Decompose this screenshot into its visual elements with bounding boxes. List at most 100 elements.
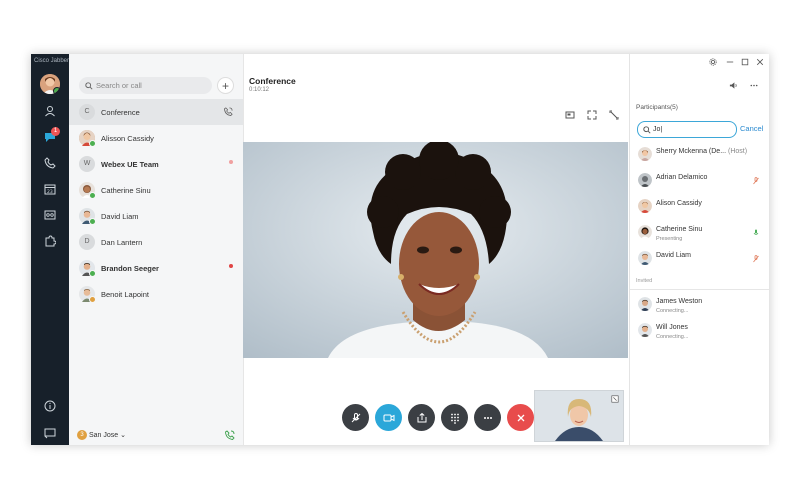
chevron-down-icon: ⌄ xyxy=(120,432,127,439)
location-icon: 3 xyxy=(77,430,87,440)
participant-list: Sherry Mckenna (De... (Host) Adrian Dela… xyxy=(630,142,769,272)
end-call-button[interactable] xyxy=(507,404,534,431)
participant-name: James Weston xyxy=(656,298,703,305)
search-icon xyxy=(643,125,651,134)
voicemail-icon[interactable] xyxy=(43,208,57,222)
chat-badge: 1 xyxy=(51,127,60,136)
participant-name: Alison Cassidy xyxy=(656,200,702,207)
location-selector[interactable]: San Jose ⌄ xyxy=(89,431,126,439)
avatar xyxy=(79,286,96,303)
participant-status: Connecting... xyxy=(656,308,689,314)
layout-icon[interactable] xyxy=(565,110,575,120)
list-item[interactable]: C Conference xyxy=(69,99,243,125)
self-view-video xyxy=(535,391,623,441)
mic-muted-icon xyxy=(351,412,360,422)
list-item[interactable]: D Dan Lantern xyxy=(69,229,243,255)
screen-icon[interactable] xyxy=(43,426,57,440)
list-item[interactable]: David Liam xyxy=(69,203,243,229)
participant-status: Presenting xyxy=(656,236,683,242)
list-item[interactable]: Benoit Lapoint xyxy=(69,281,243,307)
list-item[interactable]: Alisson Cassidy xyxy=(69,125,243,151)
app-title: Cisco Jabber xyxy=(34,58,70,64)
list-item[interactable]: James Weston Connecting... xyxy=(630,292,769,318)
list-item[interactable]: Sherry Mckenna (De... (Host) xyxy=(630,142,769,168)
participants-title: Participants(5) xyxy=(636,104,678,111)
search-input[interactable] xyxy=(96,81,206,90)
popout-icon[interactable] xyxy=(609,110,619,120)
contact-name: Conference xyxy=(101,107,140,117)
avatar: W xyxy=(79,156,95,172)
more-button[interactable] xyxy=(474,404,501,431)
divider xyxy=(630,289,769,290)
info-icon[interactable] xyxy=(43,399,57,413)
unread-indicator xyxy=(229,160,233,164)
avatar xyxy=(79,208,96,225)
list-item[interactable]: W Webex UE Team xyxy=(69,151,243,177)
list-item[interactable]: Will Jones Connecting... xyxy=(630,318,769,344)
my-avatar[interactable] xyxy=(40,74,60,94)
avatar xyxy=(79,130,96,147)
contact-name: Catherine Sinu xyxy=(101,185,151,195)
speaker-icon[interactable] xyxy=(729,81,738,90)
participant-search[interactable] xyxy=(637,121,737,138)
keypad-button[interactable] xyxy=(441,404,468,431)
conference-view: Conference 0:10:12 xyxy=(243,54,629,445)
contact-list: C Conference Alisson Cassidy W Webex UE … xyxy=(69,99,243,307)
contact-name: Alisson Cassidy xyxy=(101,133,154,143)
participant-name: Adrian Delamico xyxy=(656,174,708,181)
list-item[interactable]: Brandon Seeger xyxy=(69,255,243,281)
location-label: San Jose xyxy=(89,432,119,439)
avatar xyxy=(79,260,96,277)
mic-muted-icon xyxy=(753,177,759,185)
mic-muted-icon xyxy=(753,255,759,263)
video-button[interactable] xyxy=(375,404,402,431)
custom-tab-icon[interactable] xyxy=(43,234,57,248)
participant-name: David Liam xyxy=(656,252,692,259)
list-item[interactable]: David Liam xyxy=(630,246,769,272)
contact-name: Brandon Seeger xyxy=(101,263,159,273)
list-item[interactable]: Adrian Delamico xyxy=(630,168,769,194)
list-item[interactable]: Catherine Sinu Presenting xyxy=(630,220,769,246)
mute-button[interactable] xyxy=(342,404,369,431)
avatar xyxy=(79,182,96,199)
location-footer: 3 San Jose ⌄ xyxy=(69,426,243,445)
gear-icon[interactable] xyxy=(709,58,717,66)
contacts-panel: + C Conference Alisson Cassidy W Webex U… xyxy=(69,54,244,445)
contacts-icon[interactable] xyxy=(43,104,57,118)
list-item[interactable]: Catherine Sinu xyxy=(69,177,243,203)
page-title: Conference xyxy=(249,76,296,86)
close-icon xyxy=(517,414,524,421)
search-icon xyxy=(85,81,93,90)
more-options-icon[interactable] xyxy=(749,81,759,90)
unread-indicator xyxy=(229,264,233,268)
share-button[interactable] xyxy=(408,404,435,431)
maximize-icon[interactable] xyxy=(741,58,749,66)
cancel-button[interactable]: Cancel xyxy=(740,124,763,133)
add-button[interactable]: + xyxy=(217,77,234,94)
phone-icon xyxy=(224,107,233,116)
call-settings-icon[interactable] xyxy=(225,430,235,440)
close-window-icon[interactable] xyxy=(756,58,764,66)
participant-name-text: Sherry Mckenna (De... xyxy=(656,148,727,155)
main-video xyxy=(243,142,628,358)
self-view[interactable] xyxy=(534,390,624,442)
avatar xyxy=(638,173,652,187)
more-icon xyxy=(483,416,492,419)
phone-icon[interactable] xyxy=(43,156,57,170)
contact-search[interactable] xyxy=(79,77,212,94)
contact-name: Dan Lantern xyxy=(101,237,143,247)
expand-icon[interactable] xyxy=(611,395,619,403)
app-window: Cisco Jabber 1 23 + C Conference xyxy=(31,54,769,445)
svg-text:23: 23 xyxy=(47,189,53,195)
avatar xyxy=(638,297,652,311)
avatar: D xyxy=(79,234,95,250)
contact-name: Benoit Lapoint xyxy=(101,289,149,299)
participant-search-input[interactable] xyxy=(653,126,733,133)
fullscreen-icon[interactable] xyxy=(587,110,597,120)
minimize-icon[interactable] xyxy=(726,58,734,66)
calendar-icon[interactable]: 23 xyxy=(43,182,57,196)
share-icon xyxy=(417,412,426,422)
avatar: C xyxy=(79,104,95,120)
list-item[interactable]: Alison Cassidy xyxy=(630,194,769,220)
video-camera-icon xyxy=(383,414,394,421)
